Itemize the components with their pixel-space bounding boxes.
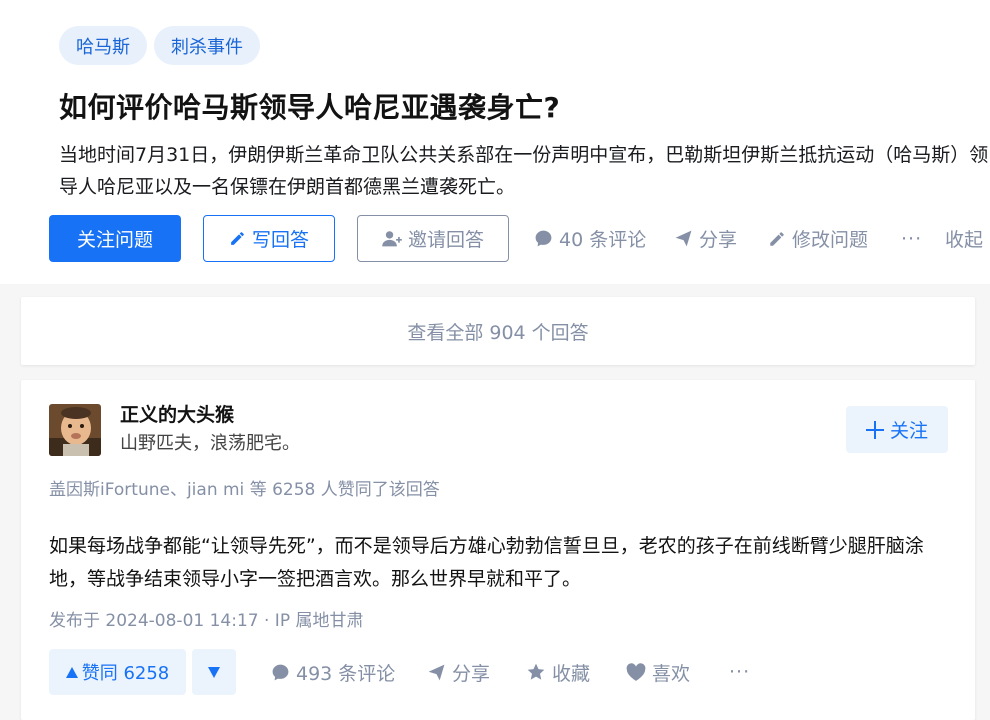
follow-author-label: 关注 [889, 420, 928, 442]
write-answer-button[interactable]: 写回答 [203, 215, 335, 262]
star-icon [526, 662, 546, 682]
question-comments-button[interactable]: 40 条评论 [534, 215, 646, 262]
write-answer-label: 写回答 [251, 229, 309, 251]
topic-tag-hamas[interactable]: 哈马斯 [59, 26, 147, 65]
answer-share-button[interactable]: 分享 [427, 649, 490, 695]
topic-tag-assassination[interactable]: 刺杀事件 [154, 26, 260, 65]
downvote-button[interactable] [192, 649, 236, 695]
comment-icon [534, 229, 553, 248]
answer-share-label: 分享 [452, 662, 491, 685]
edit-question-button[interactable]: 修改问题 [768, 215, 868, 262]
comment-icon [271, 663, 290, 682]
answer-content: 如果每场战争都能“让领导先死”，而不是领导后方雄心勃勃信誓旦旦，老农的孩子在前线… [49, 535, 924, 590]
like-button[interactable]: 喜欢 [626, 649, 690, 695]
heart-icon [626, 662, 646, 682]
triangle-up-icon [65, 666, 78, 678]
avatar[interactable] [49, 404, 101, 456]
question-header: 哈马斯 刺杀事件 如何评价哈马斯领导人哈尼亚遇袭身亡? 当地时间7月31日，伊朗… [0, 0, 990, 284]
view-all-answers-button[interactable]: 查看全部 904 个回答 [21, 297, 975, 365]
invite-answer-label: 邀请回答 [407, 229, 484, 251]
question-share-label: 分享 [699, 229, 738, 251]
question-more-button[interactable]: ··· [901, 215, 922, 262]
question-share-button[interactable]: 分享 [674, 215, 737, 262]
question-actions: 关注问题 写回答 邀请回答 40 条评论 分享 修改问题 ··· 收起 [49, 215, 990, 262]
author-name[interactable]: 正义的大头猴 [120, 400, 234, 427]
answer-comments-label: 493 条评论 [296, 662, 396, 685]
author-bio: 山野匹夫，浪荡肥宅。 [120, 433, 300, 454]
plus-icon [865, 420, 884, 439]
collapse-button[interactable]: 收起 [945, 215, 983, 262]
like-label: 喜欢 [652, 662, 691, 685]
answer-meta: 发布于 2024-08-01 14:17 · IP 属地甘肃 [49, 611, 364, 631]
question-description: 当地时间7月31日，伊朗伊斯兰革命卫队公共关系部在一份声明中宣布，巴勒斯坦伊斯兰… [59, 144, 989, 198]
share-icon [427, 663, 446, 682]
collect-label: 收藏 [552, 662, 591, 685]
upvote-label: 赞同 6258 [81, 663, 170, 684]
follow-author-button[interactable]: 关注 [846, 406, 948, 453]
invite-user-icon [382, 230, 402, 248]
question-comments-label: 40 条评论 [559, 229, 647, 251]
triangle-down-icon [208, 666, 220, 678]
follow-question-button[interactable]: 关注问题 [49, 215, 181, 262]
pencil-icon [229, 230, 246, 247]
share-icon [674, 229, 693, 248]
topic-tags: 哈马斯 刺杀事件 [59, 26, 260, 65]
pencil-icon [768, 230, 786, 248]
voters-summary[interactable]: 盖因斯iFortune、jian mi 等 6258 人赞同了该回答 [49, 475, 440, 500]
upvote-button[interactable]: 赞同 6258 [49, 649, 186, 695]
collect-button[interactable]: 收藏 [526, 649, 590, 695]
answer-card: 正义的大头猴 山野匹夫，浪荡肥宅。 关注 盖因斯iFortune、jian mi… [21, 380, 975, 720]
answer-comments-button[interactable]: 493 条评论 [271, 649, 395, 695]
question-title: 如何评价哈马斯领导人哈尼亚遇袭身亡? [59, 91, 561, 124]
edit-question-label: 修改问题 [792, 229, 869, 251]
answer-more-button[interactable]: ··· [729, 649, 750, 695]
invite-answer-button[interactable]: 邀请回答 [357, 215, 509, 262]
